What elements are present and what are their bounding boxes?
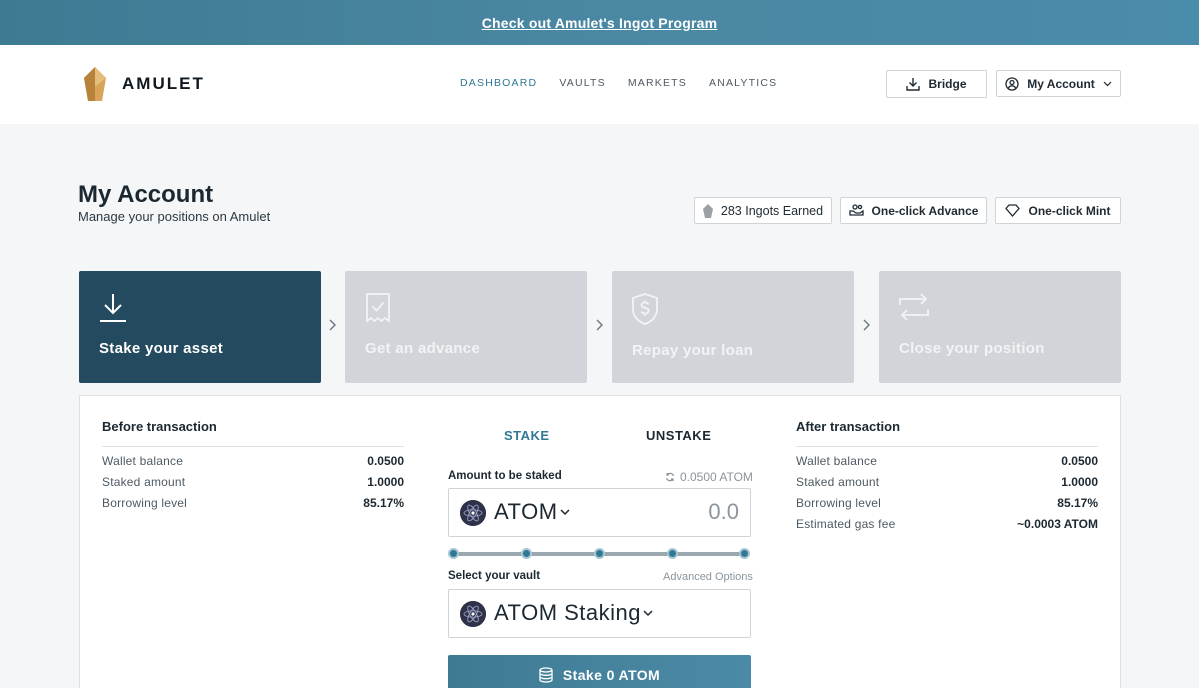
divider [102,446,404,447]
tab-stake[interactable]: STAKE [504,428,550,443]
refresh-icon [665,472,675,482]
vault-label: Select your vault [448,570,541,582]
slider-stop[interactable] [739,548,750,559]
balance-hint-value: 0.0500 ATOM [680,470,753,484]
chevron-right-icon [863,319,870,331]
my-account-label: My Account [1027,76,1095,91]
slider-stop[interactable] [594,548,605,559]
diamond-icon [1005,204,1021,217]
one-click-advance-label: One-click Advance [871,203,979,218]
row-label: Staked amount [796,475,880,489]
nav-analytics[interactable]: ANALYTICS [709,77,777,89]
chevron-down-icon [1103,81,1112,86]
row-value: 85.17% [363,496,404,510]
my-account-button[interactable]: My Account [996,70,1121,97]
after-gas-fee-row: Estimated gas fee ~0.0003 ATOM [796,517,1098,531]
main-menu: DASHBOARD VAULTS MARKETS ANALYTICS [460,77,777,89]
transaction-panel [79,395,1121,688]
user-circle-icon [1005,76,1019,91]
chevron-down-icon[interactable] [560,509,570,516]
row-value: ~0.0003 ATOM [1017,517,1098,531]
swap-arrows-icon [899,293,929,321]
before-transaction-title: Before transaction [102,419,217,434]
one-click-mint-button[interactable]: One-click Mint [995,197,1121,224]
step-close-position[interactable]: Close your position [879,271,1121,383]
step-label: Repay your loan [632,342,754,359]
ingots-earned-badge[interactable]: 283 Ingots Earned [694,197,832,224]
brand-name: AMULET [122,74,205,93]
after-staked-amount-row: Staked amount 1.0000 [796,475,1098,489]
bridge-button[interactable]: Bridge [886,70,987,98]
amount-input[interactable]: 0.0 [640,499,739,525]
chevron-right-icon [596,319,603,331]
balance-hint[interactable]: 0.0500 ATOM [665,470,753,484]
row-label: Wallet balance [102,454,184,468]
step-get-advance[interactable]: Get an advance [345,271,587,383]
advanced-options-link[interactable]: Advanced Options [663,571,753,583]
nav-dashboard[interactable]: DASHBOARD [460,77,537,89]
token-select[interactable]: ATOM [494,499,558,525]
atom-token-icon [460,601,486,627]
stake-submit-button[interactable]: Stake 0 ATOM [448,655,751,688]
nav-markets[interactable]: MARKETS [628,77,687,89]
vault-select[interactable]: ATOM Staking [494,600,641,626]
slider-stop[interactable] [521,548,532,559]
row-label: Staked amount [102,475,186,489]
before-staked-amount-row: Staked amount 1.0000 [102,475,404,489]
dollar-shield-icon [632,293,658,325]
before-wallet-balance-row: Wallet balance 0.0500 [102,454,404,468]
amount-label: Amount to be staked [448,470,562,482]
row-label: Wallet balance [796,454,878,468]
slider-stop[interactable] [448,548,459,559]
step-stake-asset[interactable]: Stake your asset [79,271,321,383]
amulet-logo-icon [84,67,106,101]
row-value: 1.0000 [367,475,404,489]
row-label: Borrowing level [796,496,882,510]
after-transaction-title: After transaction [796,419,901,434]
page-subtitle: Manage your positions on Amulet [78,209,271,224]
row-label: Borrowing level [102,496,188,510]
row-value: 0.0500 [1061,454,1098,468]
slider-stop[interactable] [667,548,678,559]
row-label: Estimated gas fee [796,517,896,531]
page-title: My Account [78,181,214,208]
chevron-right-icon [329,319,336,331]
hand-coins-icon [848,204,864,216]
before-borrowing-level-row: Borrowing level 85.17% [102,496,404,510]
step-repay-loan[interactable]: Repay your loan [612,271,854,383]
row-value: 85.17% [1057,496,1098,510]
atom-token-icon [460,500,486,526]
bridge-label: Bridge [928,77,967,91]
receipt-check-icon [366,293,390,323]
row-value: 1.0000 [1061,475,1098,489]
after-borrowing-level-row: Borrowing level 85.17% [796,496,1098,510]
divider [796,446,1098,447]
ingot-program-link[interactable]: Check out Amulet's Ingot Program [482,15,718,31]
step-label: Close your position [899,340,1045,357]
chevron-down-icon[interactable] [643,610,653,617]
step-label: Get an advance [365,340,481,357]
download-tray-icon [906,78,921,91]
download-icon [100,294,126,322]
promo-banner: Check out Amulet's Ingot Program [0,0,1199,45]
top-nav: AMULET DASHBOARD VAULTS MARKETS ANALYTIC… [0,45,1199,124]
one-click-advance-button[interactable]: One-click Advance [840,197,987,224]
coin-stack-icon [539,667,553,683]
ingots-earned-label: 283 Ingots Earned [720,203,824,218]
nav-vaults[interactable]: VAULTS [559,77,606,89]
ingot-icon [702,203,713,218]
stake-submit-label: Stake 0 ATOM [562,667,661,683]
row-value: 0.0500 [367,454,404,468]
step-label: Stake your asset [99,340,224,357]
tab-unstake[interactable]: UNSTAKE [646,428,711,443]
after-wallet-balance-row: Wallet balance 0.0500 [796,454,1098,468]
brand-logo[interactable]: AMULET [84,67,205,101]
one-click-mint-label: One-click Mint [1028,203,1111,218]
